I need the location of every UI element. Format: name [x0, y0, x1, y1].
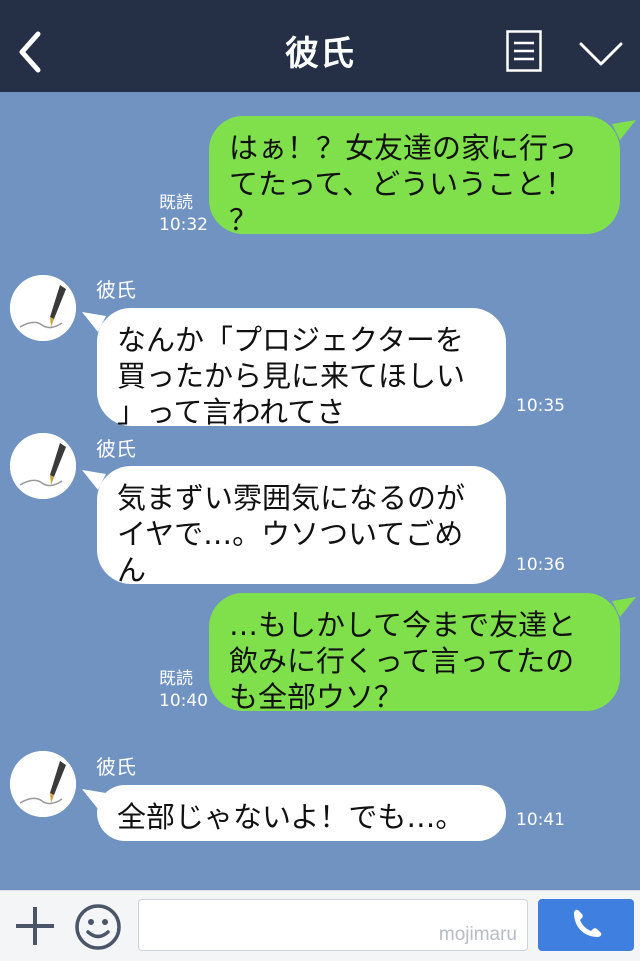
- bubble-tail: [82, 470, 106, 490]
- plus-icon: [16, 907, 54, 945]
- phone-icon: [574, 909, 602, 937]
- chat-area[interactable]: 既読 10:32 はぁ！？女友達の家に行っ てたって、どういうこと！ ？ 彼氏 …: [0, 92, 640, 890]
- message-time: 10:32: [159, 215, 208, 235]
- message-time: 10:35: [516, 396, 565, 416]
- input-bar: mojimaru: [0, 890, 640, 961]
- read-receipt: 既読: [159, 193, 193, 213]
- message-time: 10:40: [159, 691, 208, 711]
- avatar-pen-icon: [10, 275, 76, 341]
- sender-name: 彼氏: [96, 755, 136, 779]
- incoming-message: 全部じゃないよ！でも…。: [97, 785, 506, 841]
- list-icon: [506, 30, 542, 72]
- sender-name: 彼氏: [96, 278, 136, 302]
- menu-button[interactable]: [506, 30, 542, 72]
- bubble-tail: [612, 597, 636, 617]
- sender-name: 彼氏: [96, 437, 136, 461]
- avatar-pen-icon: [10, 751, 76, 817]
- incoming-message: 気まずい雰囲気になるのが イヤで…。ウソついてごめ ん: [97, 466, 506, 587]
- watermark: mojimaru: [438, 924, 517, 945]
- chevron-down-icon: [579, 42, 623, 66]
- add-attachment-button[interactable]: [14, 905, 56, 947]
- avatar[interactable]: [10, 275, 76, 341]
- collapse-button[interactable]: [578, 40, 624, 68]
- message-input[interactable]: mojimaru: [138, 899, 528, 951]
- message-meta: 既読 10:40: [159, 668, 208, 712]
- avatar[interactable]: [10, 751, 76, 817]
- emoji-button[interactable]: [74, 903, 122, 951]
- message-meta: 既読 10:32: [159, 192, 208, 236]
- avatar-pen-icon: [10, 433, 76, 499]
- outgoing-message: …もしかして今まで友達と 飲みに行くって言ってたの も全部ウソ？: [209, 593, 620, 714]
- smiley-icon: [75, 904, 121, 950]
- outgoing-message: はぁ！？女友達の家に行っ てたって、どういうこと！ ？: [209, 116, 620, 237]
- bubble-tail: [612, 120, 636, 140]
- avatar[interactable]: [10, 433, 76, 499]
- incoming-message: なんか「プロジェクターを 買ったから見に来てほしい 」って言われてさ: [97, 308, 506, 429]
- message-time: 10:36: [516, 555, 565, 575]
- bubble-tail: [82, 312, 106, 332]
- message-time: 10:41: [516, 810, 565, 830]
- chat-header: 彼氏: [0, 0, 640, 92]
- call-button[interactable]: [538, 899, 634, 951]
- bubble-tail: [82, 789, 106, 809]
- chat-title: 彼氏: [285, 34, 355, 74]
- read-receipt: 既読: [159, 669, 193, 689]
